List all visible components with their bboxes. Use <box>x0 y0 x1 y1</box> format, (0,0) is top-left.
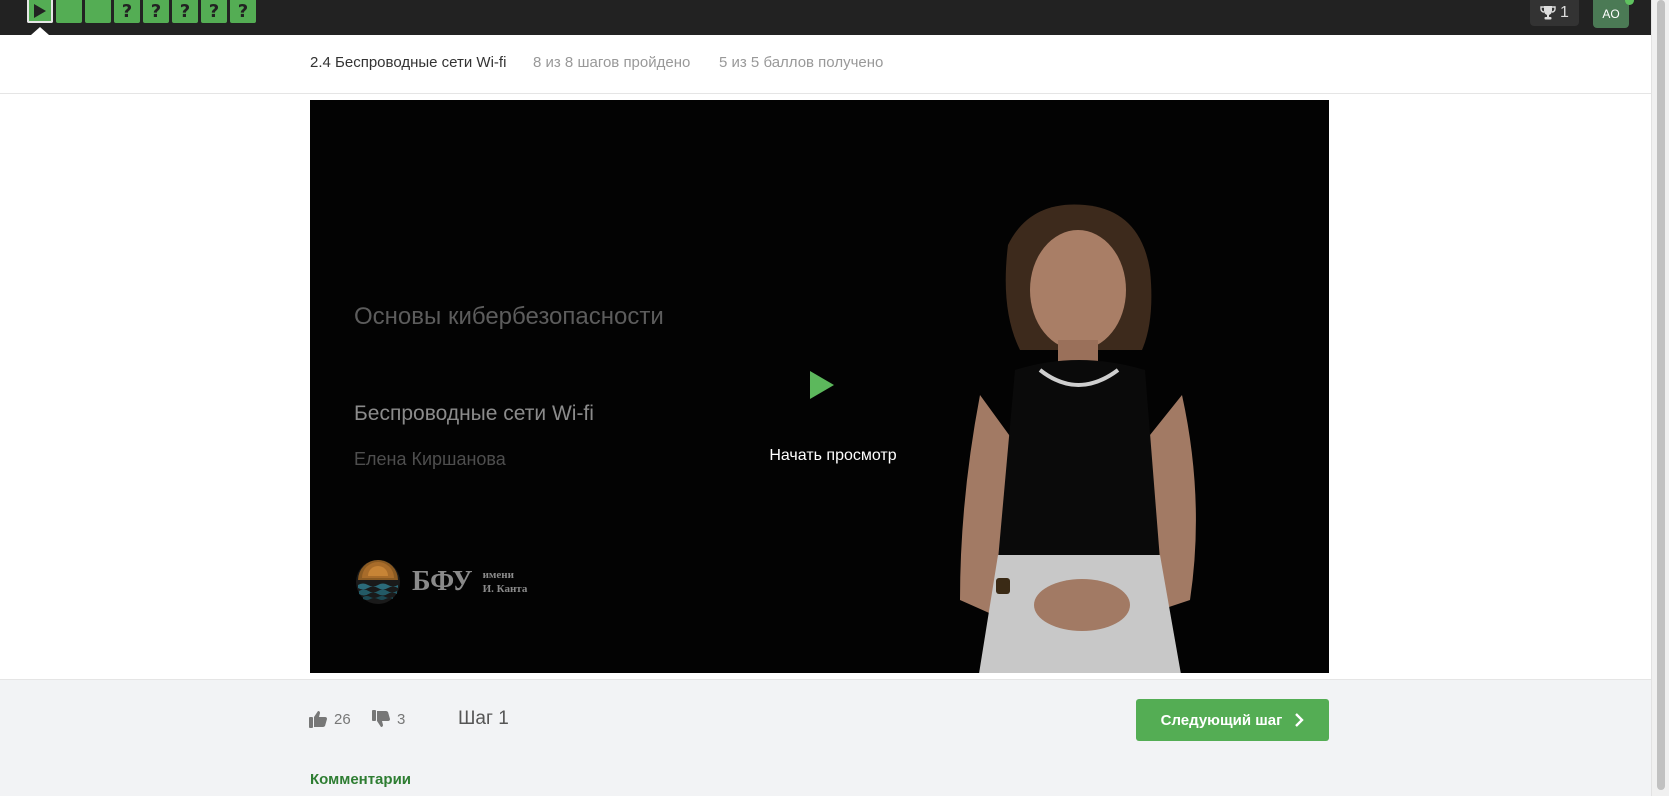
logo-text: БФУ <box>412 566 473 597</box>
dislikes-count: 3 <box>397 710 406 728</box>
notifications-count: 1 <box>1560 4 1569 21</box>
lesson-steps-progress: 8 из 8 шагов пройдено <box>533 54 691 71</box>
trophy-icon <box>1540 6 1556 20</box>
step-1-video[interactable] <box>27 0 53 23</box>
video-player[interactable]: Основы кибербезопасности Беспроводные се… <box>310 100 1329 673</box>
step-6-label: ? <box>179 1 191 22</box>
notifications-button[interactable]: 1 <box>1530 0 1579 26</box>
chevron-right-icon <box>1295 713 1305 727</box>
step-6-quiz[interactable]: ? <box>172 0 198 23</box>
next-step-button[interactable]: Следующий шаг <box>1136 699 1329 741</box>
step-4-quiz[interactable]: ? <box>114 0 140 23</box>
step-4-label: ? <box>121 1 133 22</box>
step-8-label: ? <box>237 1 249 22</box>
step-footer <box>0 679 1651 796</box>
current-step-caret <box>31 27 49 35</box>
university-logo: БФУ имени И. Канта <box>354 558 527 606</box>
user-avatar[interactable]: AO <box>1593 0 1629 28</box>
step-5-quiz[interactable]: ? <box>143 0 169 23</box>
university-emblem-icon <box>356 560 400 604</box>
logo-subtitle-line-1: имени <box>482 569 514 581</box>
logo-subtitle-line-2: И. Канта <box>482 583 528 595</box>
presenter-video-frame <box>960 204 1196 673</box>
like-button[interactable]: 26 <box>308 709 351 729</box>
top-navigation-bar: ? ? ? ? ? 1 AO <box>0 0 1651 35</box>
step-2[interactable] <box>56 0 82 23</box>
lesson-points-progress: 5 из 5 баллов получено <box>719 54 884 71</box>
step-7-quiz[interactable]: ? <box>201 0 227 23</box>
video-play-button[interactable] <box>809 370 835 405</box>
thumbs-up-icon <box>309 711 327 728</box>
video-topic-title: Беспроводные сети Wi-fi <box>354 402 594 425</box>
start-viewing-label[interactable]: Начать просмотр <box>753 447 913 465</box>
step-3[interactable] <box>85 0 111 23</box>
lesson-title[interactable]: 2.4 Беспроводные сети Wi-fi <box>310 54 506 71</box>
dislike-button[interactable]: 3 <box>371 709 405 729</box>
step-number-label: Шаг 1 <box>458 708 509 729</box>
logo-subtitle: имени И. Канта <box>483 568 528 596</box>
likes-count: 26 <box>334 710 351 728</box>
step-5-label: ? <box>150 1 162 22</box>
step-7-label: ? <box>208 1 220 22</box>
play-icon <box>810 371 834 399</box>
thumbs-down-icon <box>372 710 390 727</box>
video-author-name: Елена Киршанова <box>354 449 506 469</box>
video-course-title: Основы кибербезопасности <box>354 303 664 330</box>
comments-link[interactable]: Комментарии <box>310 771 411 788</box>
play-icon <box>34 3 46 18</box>
page-scrollbar[interactable] <box>1651 0 1669 796</box>
next-step-label: Следующий шаг <box>1160 711 1283 729</box>
step-8-quiz[interactable]: ? <box>230 0 256 23</box>
avatar-initials: AO <box>1602 7 1620 21</box>
scrollbar-thumb[interactable] <box>1657 0 1665 790</box>
online-indicator <box>1625 0 1634 5</box>
lesson-step-strip: ? ? ? ? ? <box>27 0 256 23</box>
